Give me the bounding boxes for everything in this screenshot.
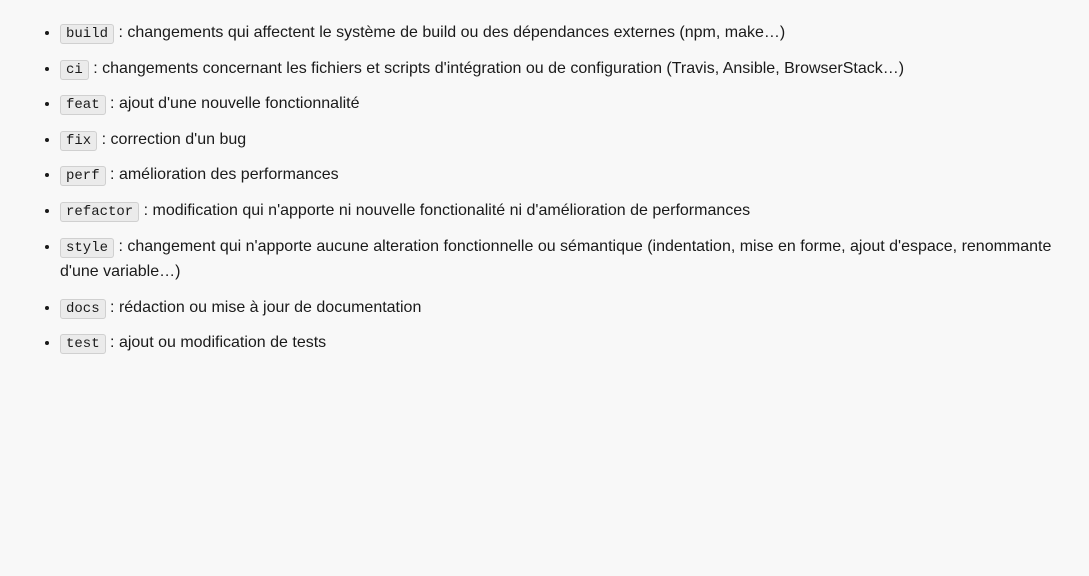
commit-type-code: style bbox=[60, 238, 114, 258]
list-item: refactor : modification qui n'apporte ni… bbox=[60, 198, 1059, 224]
list-item: ci : changements concernant les fichiers… bbox=[60, 56, 1059, 82]
commit-type-code: test bbox=[60, 334, 106, 354]
commit-type-code: refactor bbox=[60, 202, 139, 222]
list-item: fix : correction d'un bug bbox=[60, 127, 1059, 153]
commit-type-description: : changement qui n'apporte aucune altera… bbox=[60, 238, 1051, 281]
commit-type-description: : ajout d'une nouvelle fonctionnalité bbox=[106, 95, 360, 112]
commit-type-description: : correction d'un bug bbox=[97, 131, 246, 148]
list-item: test : ajout ou modification de tests bbox=[60, 330, 1059, 356]
commit-type-description: : amélioration des performances bbox=[106, 166, 339, 183]
list-item: docs : rédaction ou mise à jour de docum… bbox=[60, 295, 1059, 321]
commit-type-description: : changements qui affectent le système d… bbox=[114, 24, 785, 41]
list-item: style : changement qui n'apporte aucune … bbox=[60, 234, 1059, 285]
list-item: perf : amélioration des performances bbox=[60, 162, 1059, 188]
commit-type-description: : changements concernant les fichiers et… bbox=[89, 60, 904, 77]
list-item: build : changements qui affectent le sys… bbox=[60, 20, 1059, 46]
commit-type-code: feat bbox=[60, 95, 106, 115]
commit-type-code: ci bbox=[60, 60, 89, 80]
list-item: feat : ajout d'une nouvelle fonctionnali… bbox=[60, 91, 1059, 117]
commit-type-description: : modification qui n'apporte ni nouvelle… bbox=[139, 202, 750, 219]
commit-type-code: perf bbox=[60, 166, 106, 186]
commit-type-description: : ajout ou modification de tests bbox=[106, 334, 327, 351]
commit-type-code: fix bbox=[60, 131, 97, 151]
commit-type-code: docs bbox=[60, 299, 106, 319]
commit-type-description: : rédaction ou mise à jour de documentat… bbox=[106, 299, 422, 316]
commit-type-code: build bbox=[60, 24, 114, 44]
commit-types-list: build : changements qui affectent le sys… bbox=[30, 20, 1059, 356]
